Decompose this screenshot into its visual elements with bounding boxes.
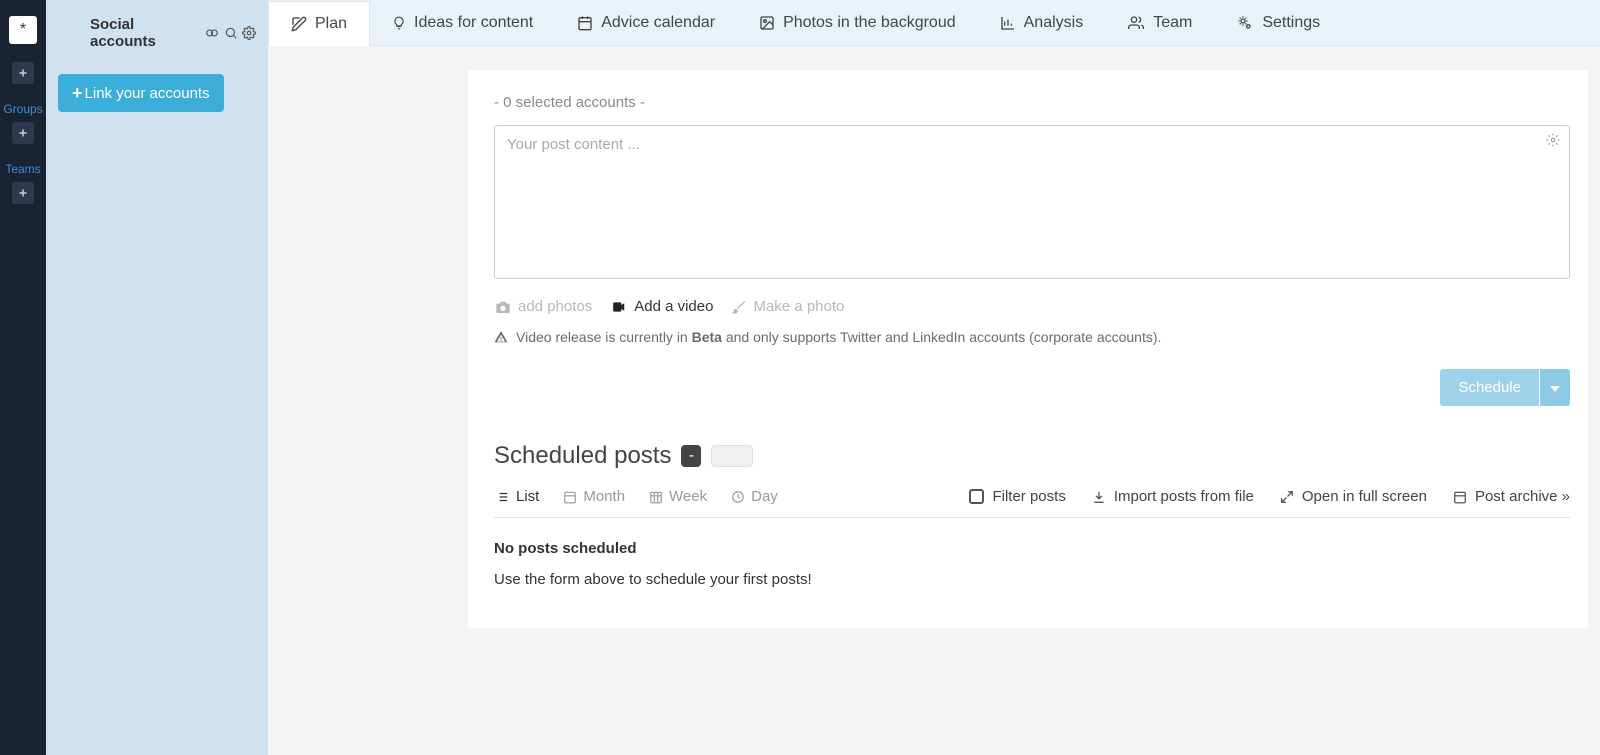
- beta-notice-text: Video release is currently in Beta and o…: [516, 329, 1161, 345]
- checkbox-icon: [969, 489, 984, 504]
- search-icon[interactable]: [224, 26, 238, 40]
- main-area: Plan Ideas for content Advice calendar P…: [268, 0, 1600, 755]
- image-icon: [759, 15, 775, 31]
- gear-icon: [1546, 133, 1560, 147]
- tab-label: Plan: [315, 15, 347, 33]
- content-scroll: - 0 selected accounts - add photos: [268, 46, 1600, 755]
- view-day[interactable]: Day: [731, 488, 778, 505]
- tab-advice[interactable]: Advice calendar: [555, 0, 737, 45]
- view-controls-row: List Month Week: [494, 488, 1570, 518]
- groups-label: Groups: [3, 102, 42, 116]
- tab-label: Photos in the backgroud: [783, 14, 956, 32]
- camera-icon: [494, 299, 512, 315]
- scheduled-count-badge: -: [681, 445, 701, 467]
- warning-icon: [494, 330, 508, 344]
- content-card: - 0 selected accounts - add photos: [468, 70, 1588, 628]
- plus-icon: +: [72, 84, 83, 102]
- beta-notice: Video release is currently in Beta and o…: [494, 329, 1570, 345]
- view-month[interactable]: Month: [563, 488, 625, 505]
- lightbulb-icon: [392, 15, 406, 31]
- add-photos-button[interactable]: add photos: [494, 298, 592, 315]
- calendar-icon: [1453, 490, 1467, 504]
- add-photos-label: add photos: [518, 298, 592, 315]
- caret-down-icon: [1550, 386, 1560, 392]
- download-icon: [1092, 490, 1106, 504]
- clock-icon: [731, 490, 745, 504]
- expand-icon: [1280, 490, 1294, 504]
- schedule-button[interactable]: Schedule: [1440, 369, 1539, 406]
- top-nav: Plan Ideas for content Advice calendar P…: [268, 0, 1600, 46]
- add-group-button[interactable]: [12, 122, 34, 144]
- scheduled-toggle[interactable]: [711, 445, 753, 467]
- calendar-icon: [577, 15, 593, 31]
- make-photo-button[interactable]: Make a photo: [731, 298, 844, 315]
- edit-icon: [291, 16, 307, 32]
- add-video-label: Add a video: [634, 298, 713, 315]
- sidebar-title: Social accounts: [90, 16, 198, 50]
- view-list[interactable]: List: [494, 488, 539, 505]
- calendar-icon: [563, 490, 577, 504]
- plus-icon: [17, 67, 29, 79]
- teams-label: Teams: [5, 162, 40, 176]
- tab-settings[interactable]: Settings: [1214, 0, 1342, 45]
- view-week[interactable]: Week: [649, 488, 707, 505]
- empty-state-subtitle: Use the form above to schedule your firs…: [494, 571, 1570, 588]
- tab-team[interactable]: Team: [1105, 0, 1214, 45]
- link-accounts-label: Link your accounts: [85, 85, 210, 102]
- tab-ideas[interactable]: Ideas for content: [370, 0, 555, 45]
- brush-icon: [731, 299, 747, 315]
- import-posts-button[interactable]: Import posts from file: [1092, 488, 1254, 505]
- make-photo-label: Make a photo: [753, 298, 844, 315]
- selected-accounts-text: - 0 selected accounts -: [494, 94, 1570, 111]
- tab-analysis[interactable]: Analysis: [978, 0, 1106, 45]
- add-video-button[interactable]: Add a video: [610, 298, 713, 315]
- filter-posts-toggle[interactable]: Filter posts: [969, 488, 1065, 505]
- post-archive-link[interactable]: Post archive »: [1453, 488, 1570, 505]
- gears-icon: [1236, 15, 1254, 31]
- bar-chart-icon: [1000, 15, 1016, 31]
- tab-plan[interactable]: Plan: [268, 1, 370, 46]
- gear-icon[interactable]: [242, 26, 256, 40]
- schedule-dropdown-button[interactable]: [1540, 369, 1570, 406]
- grid-icon: [649, 490, 663, 504]
- empty-state-title: No posts scheduled: [494, 540, 1570, 557]
- link-icon[interactable]: [204, 26, 220, 40]
- accounts-sidebar: Social accounts + Link your accounts: [46, 0, 268, 755]
- post-content-input[interactable]: [494, 125, 1570, 279]
- users-icon: [1127, 15, 1145, 31]
- tab-label: Advice calendar: [601, 14, 715, 32]
- link-accounts-button[interactable]: + Link your accounts: [58, 74, 224, 112]
- tab-label: Analysis: [1024, 14, 1084, 32]
- video-icon: [610, 300, 628, 314]
- sidebar-title-row: Social accounts: [58, 16, 256, 50]
- composer-settings-button[interactable]: [1546, 133, 1560, 150]
- scheduled-title: Scheduled posts: [494, 442, 671, 470]
- add-workspace-button[interactable]: [12, 62, 34, 84]
- scheduled-header: Scheduled posts -: [494, 442, 1570, 470]
- tab-photos[interactable]: Photos in the backgroud: [737, 0, 978, 45]
- list-icon: [494, 490, 510, 504]
- plus-icon: [17, 187, 29, 199]
- tab-label: Ideas for content: [414, 14, 533, 32]
- tab-label: Team: [1153, 14, 1192, 32]
- left-rail: * Groups Teams: [0, 0, 46, 755]
- fullscreen-button[interactable]: Open in full screen: [1280, 488, 1427, 505]
- plus-icon: [17, 127, 29, 139]
- add-team-button[interactable]: [12, 182, 34, 204]
- tab-label: Settings: [1262, 14, 1320, 32]
- workspace-avatar[interactable]: *: [9, 16, 37, 44]
- media-row: add photos Add a video Make a photo: [494, 298, 1570, 315]
